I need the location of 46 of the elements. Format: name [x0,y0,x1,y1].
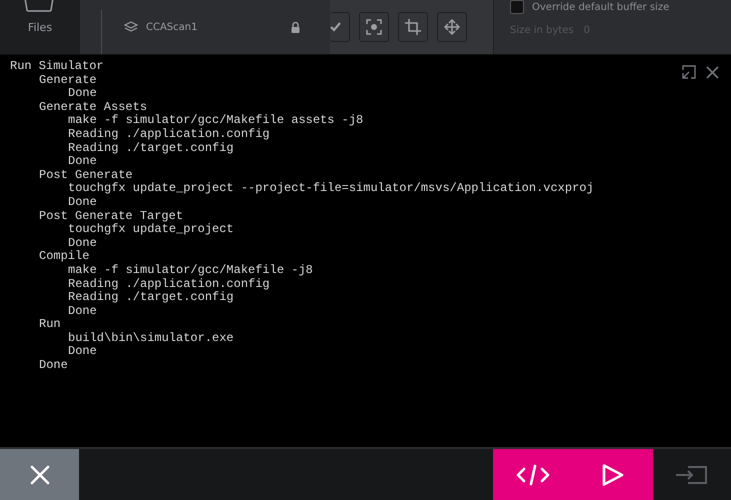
layers-icon [124,21,138,33]
log-line: make -f simulator/gcc/Makefile assets -j8 [68,114,364,128]
checkbox-label: Override default buffer size [532,2,670,12]
log-line: make -f simulator/gcc/Makefile -j8 [68,264,313,278]
log-line: Done [68,155,97,169]
log-line: Reading ./target.config [68,142,234,156]
run-button[interactable] [573,449,653,500]
log-line: Compile [39,250,90,264]
log-line: Done [39,359,68,373]
log-line: touchgfx update_project [68,223,234,237]
close-button[interactable] [0,449,79,500]
close-icon[interactable] [706,66,719,78]
log-line: Run Simulator [10,60,104,74]
focus-button[interactable] [359,12,389,42]
log-line: Done [68,345,97,360]
check-icon [330,22,342,32]
crop-icon [405,19,421,35]
check-button[interactable] [330,12,350,42]
checkbox[interactable] [510,0,524,14]
log-line: Reading ./target.config [68,291,234,305]
log-line: Done [68,87,97,101]
log-line: Generate Assets [39,100,148,114]
log-line: Reading ./application.config [68,278,270,291]
exit-icon [676,464,708,484]
move-button[interactable] [437,12,467,42]
log-line: touchgfx update_project --project-file=simulator/msvs/Application.vcxproj [68,182,594,196]
minimize-icon[interactable] [682,65,696,79]
play-icon [601,462,625,486]
focus-icon [366,19,382,35]
nav-label[interactable]: Files [28,21,52,34]
code-button[interactable] [493,449,573,500]
lock-icon[interactable] [291,22,300,32]
log-line: Done [68,236,97,250]
log-line: Done [68,196,97,210]
move-icon [444,19,460,35]
log-line: Run [39,318,61,332]
log-line: build\bin\simulator.exe [68,332,234,346]
log-line: Done [68,304,97,318]
code-icon [516,464,550,486]
crop-button[interactable] [398,12,428,42]
log-line: Reading ./application.config [68,128,270,142]
close-icon [30,464,50,484]
log-line: Generate [39,74,97,88]
log-line: Post Generate Target [39,210,184,223]
log-line: Post Generate [39,168,133,182]
tree-item[interactable]: CCAScan1 [146,22,283,32]
